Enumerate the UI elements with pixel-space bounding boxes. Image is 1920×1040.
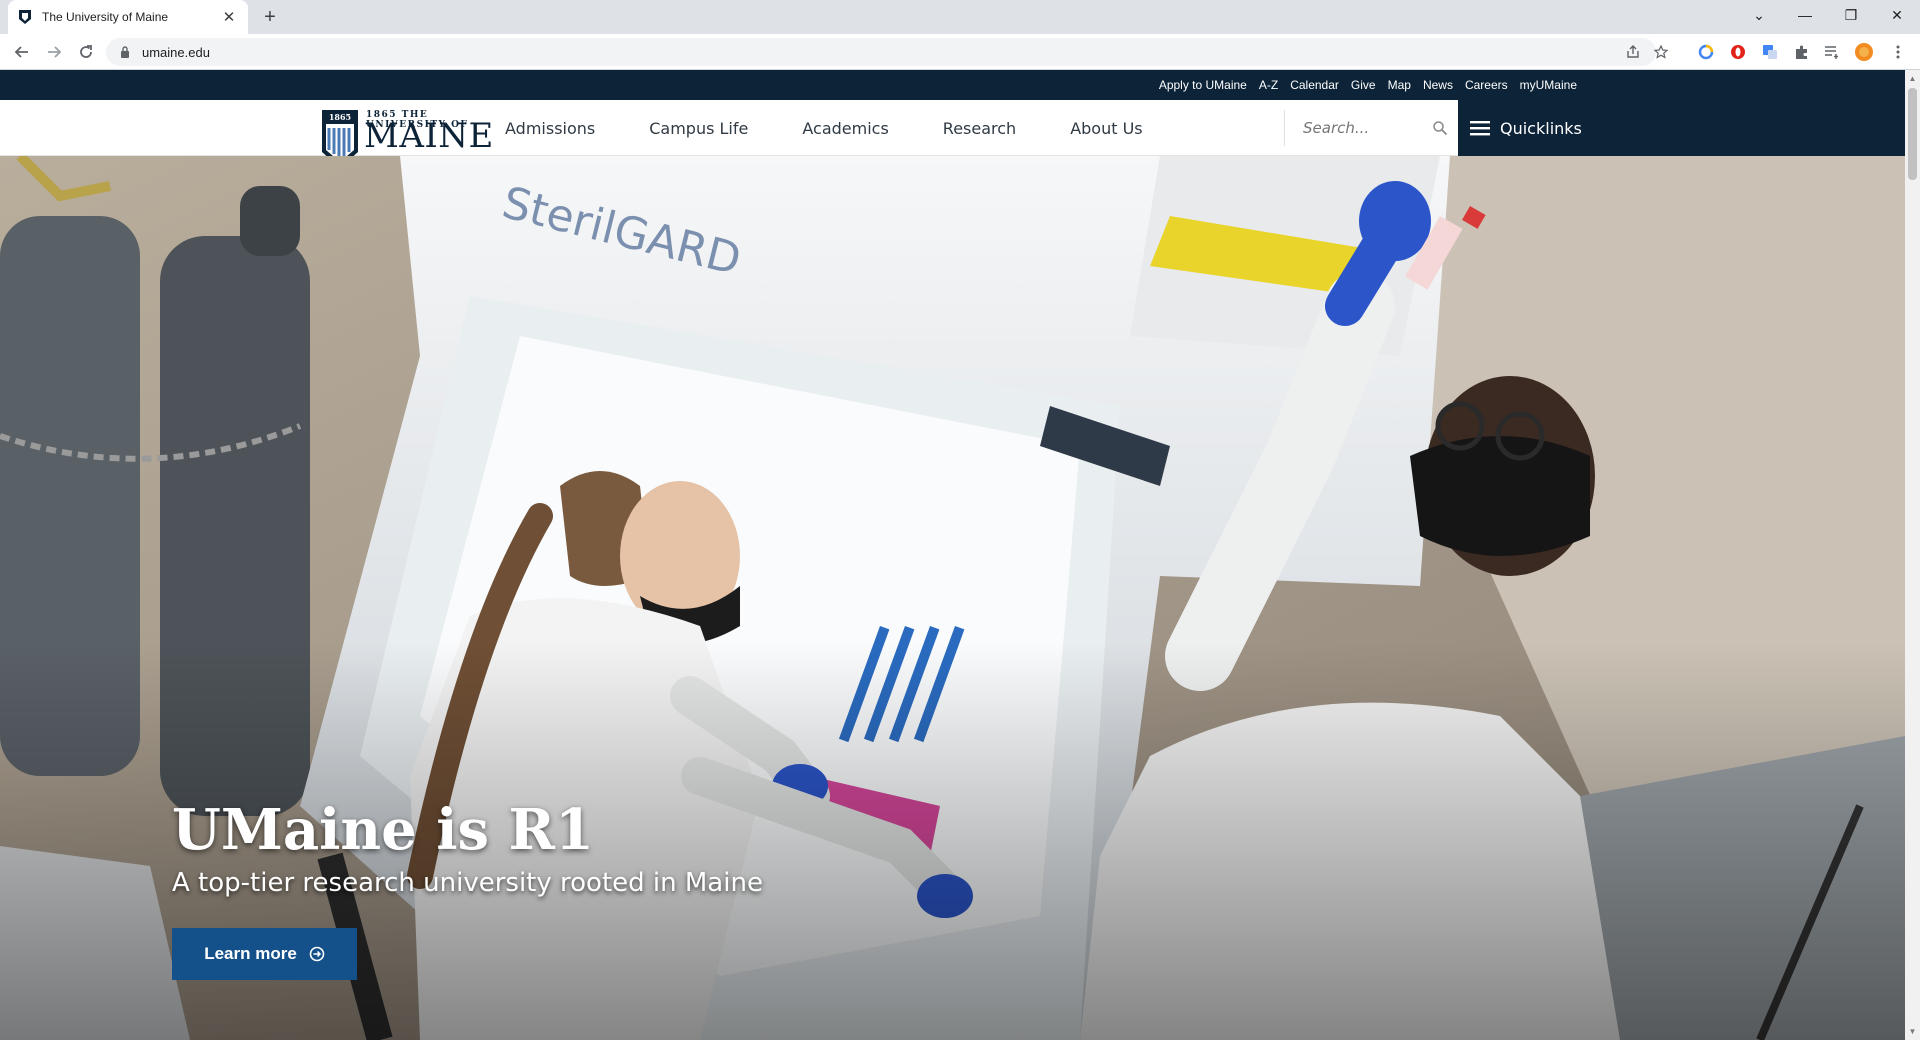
reload-icon[interactable]: [74, 40, 98, 64]
browser-toolbar: umaine.edu: [0, 34, 1920, 70]
arrow-circle-icon: [309, 946, 325, 962]
nav-research[interactable]: Research: [943, 119, 1016, 138]
new-tab-button[interactable]: +: [258, 6, 282, 30]
umaine-favicon-icon: [19, 10, 31, 24]
learn-more-button[interactable]: Learn more: [172, 928, 357, 980]
restore-button[interactable]: ❐: [1828, 0, 1874, 30]
scroll-down-icon[interactable]: ▼: [1908, 1027, 1917, 1036]
back-icon[interactable]: [10, 40, 34, 64]
tab-search-icon[interactable]: ⌄: [1736, 0, 1782, 30]
page-scrollbar[interactable]: ▲ ▼: [1905, 70, 1920, 1040]
quicklinks-label: Quicklinks: [1500, 118, 1582, 138]
hero-lab-photo: SterilGARD: [0, 156, 1905, 1040]
quicklinks-button[interactable]: Quicklinks: [1458, 100, 1905, 156]
utility-link-myumaine[interactable]: myUMaine: [1520, 78, 1577, 92]
browser-tab[interactable]: The University of Maine ✕: [8, 0, 248, 34]
learn-more-label: Learn more: [204, 944, 297, 963]
profile-avatar-icon[interactable]: [1854, 42, 1874, 62]
utility-link-map[interactable]: Map: [1388, 78, 1411, 92]
nav-admissions[interactable]: Admissions: [505, 119, 595, 138]
utility-link-calendar[interactable]: Calendar: [1290, 78, 1339, 92]
nav-academics[interactable]: Academics: [802, 119, 888, 138]
scroll-up-icon[interactable]: ▲: [1908, 74, 1917, 83]
extension-google-icon[interactable]: [1696, 42, 1716, 62]
close-window-button[interactable]: ✕: [1874, 0, 1920, 30]
forward-icon[interactable]: [42, 40, 66, 64]
extensions-puzzle-icon[interactable]: [1792, 42, 1812, 62]
minimize-button[interactable]: —: [1782, 0, 1828, 30]
hero-subtitle: A top-tier research university rooted in…: [172, 868, 763, 898]
utility-link-a-z[interactable]: A-Z: [1259, 78, 1278, 92]
scrollbar-thumb[interactable]: [1908, 88, 1917, 180]
reading-list-icon[interactable]: [1822, 42, 1842, 62]
browser-tabstrip: The University of Maine ✕ + ⌄ — ❐ ✕: [0, 0, 1920, 34]
search-input[interactable]: [1303, 119, 1423, 137]
main-nav: 1865 1865 THE UNIVERSITY OF MAINE Admiss…: [0, 100, 1905, 168]
utility-nav: Apply to UMaine A-Z Calendar Give Map Ne…: [0, 70, 1905, 100]
utility-link-careers[interactable]: Careers: [1465, 78, 1508, 92]
hero-banner: SterilGARD: [0, 156, 1905, 1040]
tab-close-icon[interactable]: ✕: [220, 8, 238, 26]
bookmark-star-icon[interactable]: [1650, 41, 1672, 63]
url-text: umaine.edu: [142, 44, 210, 60]
search-box: [1284, 110, 1456, 146]
utility-link-news[interactable]: News: [1423, 78, 1453, 92]
logo-big-text: MAINE: [364, 116, 494, 156]
nav-campus-life[interactable]: Campus Life: [649, 119, 748, 138]
svg-text:1865: 1865: [329, 112, 351, 122]
nav-about-us[interactable]: About Us: [1070, 119, 1142, 138]
hero-title: UMaine is R1: [172, 797, 595, 863]
extension-opera-icon[interactable]: [1728, 42, 1748, 62]
utility-link-give[interactable]: Give: [1351, 78, 1376, 92]
extension-translate-icon[interactable]: [1760, 42, 1780, 62]
lock-icon: [121, 46, 129, 58]
address-bar[interactable]: umaine.edu: [106, 38, 1668, 66]
search-icon[interactable]: [1432, 120, 1448, 136]
hamburger-icon: [1470, 121, 1490, 136]
tab-title: The University of Maine: [42, 10, 169, 24]
browser-menu-icon[interactable]: [1888, 42, 1908, 62]
share-icon[interactable]: [1622, 41, 1644, 63]
utility-link-apply[interactable]: Apply to UMaine: [1159, 78, 1247, 92]
